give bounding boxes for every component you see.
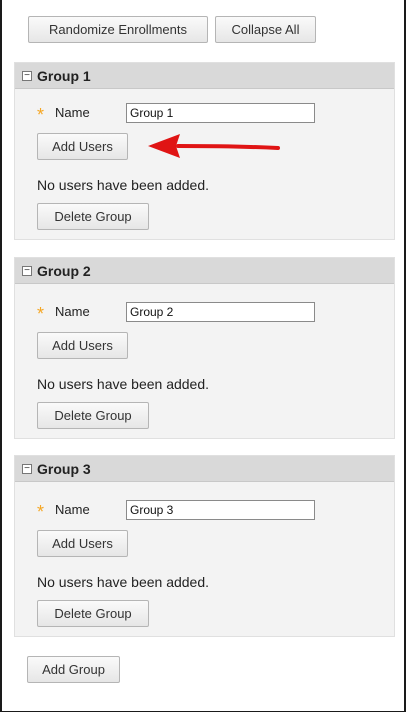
minus-box-icon[interactable]: − — [22, 266, 32, 276]
group-title: Group 3 — [37, 461, 91, 477]
add-users-button[interactable]: Add Users — [37, 133, 128, 160]
minus-box-icon[interactable]: − — [22, 71, 32, 81]
add-users-button[interactable]: Add Users — [37, 332, 128, 359]
minus-box-icon[interactable]: − — [22, 464, 32, 474]
asterisk-icon: * — [37, 502, 45, 522]
empty-users-message: No users have been added. — [37, 574, 210, 590]
group-section-3: − Group 3 * Name Add Users No users have… — [14, 455, 395, 637]
name-label: Name — [55, 502, 90, 517]
add-users-button[interactable]: Add Users — [37, 530, 128, 557]
group-name-input[interactable] — [126, 103, 315, 123]
empty-users-message: No users have been added. — [37, 177, 210, 193]
group-section-2: − Group 2 * Name Add Users No users have… — [14, 257, 395, 439]
asterisk-icon: * — [37, 105, 45, 125]
asterisk-icon: * — [37, 304, 45, 324]
page-frame: Randomize Enrollments Collapse All − Gro… — [0, 0, 406, 712]
collapse-all-button[interactable]: Collapse All — [215, 16, 316, 43]
name-label: Name — [55, 304, 90, 319]
group-header-3[interactable]: − Group 3 — [15, 456, 394, 482]
group-title: Group 1 — [37, 68, 91, 84]
delete-group-button[interactable]: Delete Group — [37, 402, 149, 429]
red-arrow-icon — [148, 134, 280, 158]
group-title: Group 2 — [37, 263, 91, 279]
add-group-button[interactable]: Add Group — [27, 656, 120, 683]
empty-users-message: No users have been added. — [37, 376, 210, 392]
delete-group-button[interactable]: Delete Group — [37, 600, 149, 627]
group-header-1[interactable]: − Group 1 — [15, 63, 394, 89]
delete-group-button[interactable]: Delete Group — [37, 203, 149, 230]
group-header-2[interactable]: − Group 2 — [15, 258, 394, 284]
name-label: Name — [55, 105, 90, 120]
randomize-enrollments-button[interactable]: Randomize Enrollments — [28, 16, 208, 43]
group-name-input[interactable] — [126, 500, 315, 520]
group-name-input[interactable] — [126, 302, 315, 322]
